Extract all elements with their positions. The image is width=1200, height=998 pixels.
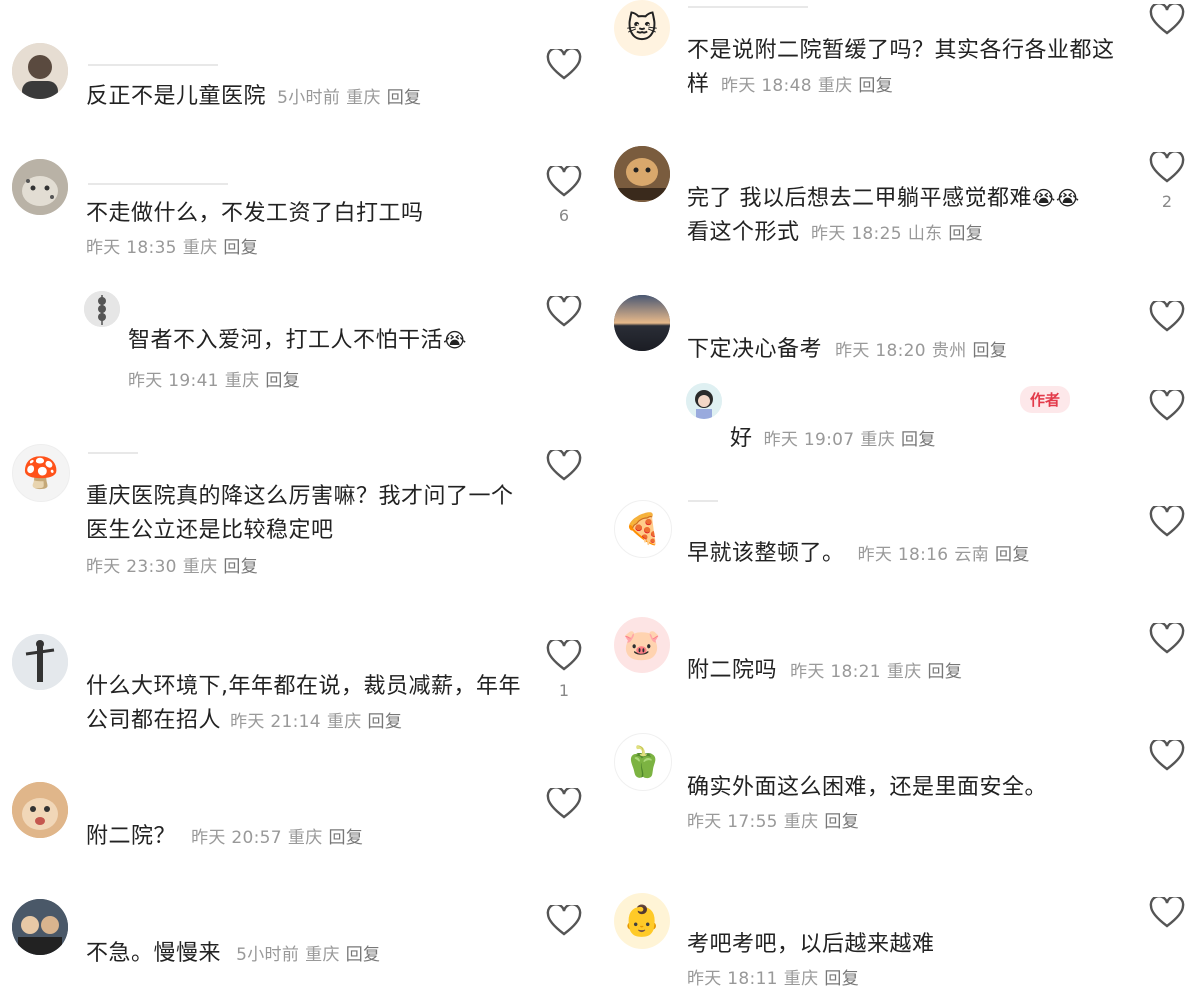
comment-time: 昨天 18:48 — [721, 76, 812, 96]
reply-button[interactable]: 回复 — [824, 812, 859, 832]
crying-emoji: 😭😭 — [1032, 186, 1080, 210]
comments-column-left: 反正不是儿童医院 5小时前 重庆 回复 不走做什么，不发工资了白打工吗 昨天 18:… — [0, 0, 600, 998]
comment-text: 早就该整顿了。 — [687, 541, 845, 566]
comment-location: 山东 — [907, 224, 943, 244]
reply-button[interactable]: 回复 — [901, 430, 936, 450]
pig-avatar[interactable]: 🐷 — [614, 617, 670, 673]
comment-location: 重庆 — [886, 662, 922, 682]
comment-time: 昨天 18:16 — [857, 545, 949, 565]
heart-icon[interactable] — [1149, 895, 1185, 929]
comment-location: 重庆 — [224, 371, 260, 391]
comment-time: 昨天 23:30 — [86, 557, 177, 577]
comment-time: 昨天 18:21 — [790, 662, 881, 682]
heart-icon[interactable] — [546, 448, 582, 482]
comment-text: 反正不是儿童医院 — [86, 84, 267, 109]
comment-time: 昨天 21:14 — [230, 712, 321, 732]
sunset-avatar[interactable] — [614, 295, 670, 351]
comment-text: 下定决心备考 — [687, 337, 823, 362]
snow-leopard-avatar[interactable] — [12, 159, 68, 215]
comment-time: 昨天 20:57 — [191, 828, 282, 848]
reply-button[interactable]: 回复 — [346, 945, 381, 965]
reply-button[interactable]: 回复 — [223, 238, 258, 258]
heart-icon[interactable] — [1149, 388, 1185, 422]
heart-icon[interactable] — [1149, 504, 1185, 538]
reply-text: 好 — [730, 426, 753, 451]
heart-icon[interactable] — [1149, 621, 1185, 655]
comment-time: 昨天 18:11 — [687, 969, 778, 989]
comment-location: 重庆 — [783, 812, 819, 832]
comment-text: 完了 我以后想去二甲躺平感觉都难 — [687, 186, 1032, 211]
statue-avatar[interactable] — [12, 634, 68, 690]
comment-time: 昨天 18:35 — [86, 238, 177, 258]
comment-location: 重庆 — [817, 76, 853, 96]
comments-column-right: 🐱 不是说附二院暂缓了吗？其实各行各业都这样 昨天 18:48 重庆 回复 完了 我… — [600, 0, 1200, 998]
author-tag: 作者 — [1020, 386, 1071, 413]
cat-avatar[interactable] — [12, 782, 68, 838]
like-count: 6 — [558, 206, 570, 225]
heart-icon[interactable] — [546, 294, 582, 328]
heart-icon[interactable] — [546, 786, 582, 820]
comment-location: 重庆 — [346, 88, 381, 108]
reply-button[interactable]: 回复 — [265, 371, 300, 391]
reply-button[interactable]: 回复 — [973, 341, 1008, 361]
like-count: 1 — [558, 681, 570, 700]
comment-location: 云南 — [954, 545, 990, 565]
comment-text: 不走做什么，不发工资了白打工吗 — [86, 201, 424, 226]
comment-text: 确实外面这么困难，还是里面安全。 — [687, 775, 1048, 800]
heart-icon[interactable] — [1149, 738, 1185, 772]
comment-location: 重庆 — [287, 828, 323, 848]
reply-button[interactable]: 回复 — [858, 76, 893, 96]
reply-button[interactable]: 回复 — [948, 224, 983, 244]
comment-text: 不急。慢慢来 — [86, 941, 222, 966]
tanghulu-avatar[interactable] — [84, 291, 120, 327]
heart-icon[interactable] — [546, 47, 582, 81]
comment-location: 重庆 — [305, 945, 340, 965]
like-count: 2 — [1161, 192, 1173, 211]
comment-time: 昨天 17:55 — [687, 812, 778, 832]
crying-emoji: 😭 — [443, 328, 467, 352]
comment-time: 5小时前 — [236, 945, 300, 965]
cartoon-cat-avatar[interactable]: 🐱 — [614, 0, 670, 56]
pepper-avatar[interactable]: 🫑 — [614, 733, 672, 791]
mushroom-avatar[interactable]: 🍄 — [12, 444, 70, 502]
comment-text: 重庆医院真的降这么厉害嘛？我才问了一个医生公立还是比较稳定吧 — [86, 484, 514, 543]
heart-icon[interactable] — [546, 903, 582, 937]
baby-avatar[interactable]: 👶 — [614, 893, 670, 949]
comment-location: 重庆 — [182, 238, 218, 258]
heart-icon[interactable] — [1149, 150, 1185, 184]
dog-avatar[interactable] — [614, 146, 670, 202]
comment-location: 贵州 — [931, 341, 967, 361]
reply-button[interactable]: 回复 — [928, 662, 963, 682]
reply-button[interactable]: 回复 — [368, 712, 403, 732]
comment-text: 附二院？ — [86, 824, 177, 849]
heart-icon[interactable] — [546, 164, 582, 198]
group-avatar[interactable] — [12, 899, 68, 955]
comment-text-continued: 看这个形式 — [687, 220, 800, 245]
comment-text: 附二院吗 — [687, 658, 778, 683]
reply-button[interactable]: 回复 — [995, 545, 1030, 565]
reply-button[interactable]: 回复 — [824, 969, 859, 989]
comment-time: 昨天 18:25 — [811, 224, 902, 244]
comment-time: 昨天 18:20 — [835, 341, 926, 361]
heart-icon[interactable] — [1149, 299, 1185, 333]
reply-button[interactable]: 回复 — [329, 828, 364, 848]
pizza-avatar[interactable]: 🍕 — [614, 500, 672, 558]
comment-location: 重庆 — [860, 430, 896, 450]
reply-button[interactable]: 回复 — [223, 557, 258, 577]
comment-time: 5小时前 — [277, 88, 341, 108]
comment-location: 重庆 — [783, 969, 819, 989]
comment-time: 昨天 19:07 — [763, 430, 855, 450]
comment-location: 重庆 — [182, 557, 218, 577]
heart-icon[interactable] — [1149, 2, 1185, 36]
comment-text: 考吧考吧，以后越来越难 — [687, 932, 935, 957]
reply-button[interactable]: 回复 — [387, 88, 422, 108]
comment-location: 重庆 — [326, 712, 362, 732]
girl-avatar[interactable] — [686, 383, 722, 419]
reply-text: 智者不入爱河，打工人不怕干活 — [128, 328, 444, 353]
comment-time: 昨天 19:41 — [128, 371, 219, 391]
person-avatar[interactable] — [12, 43, 68, 99]
heart-icon[interactable] — [546, 638, 582, 672]
